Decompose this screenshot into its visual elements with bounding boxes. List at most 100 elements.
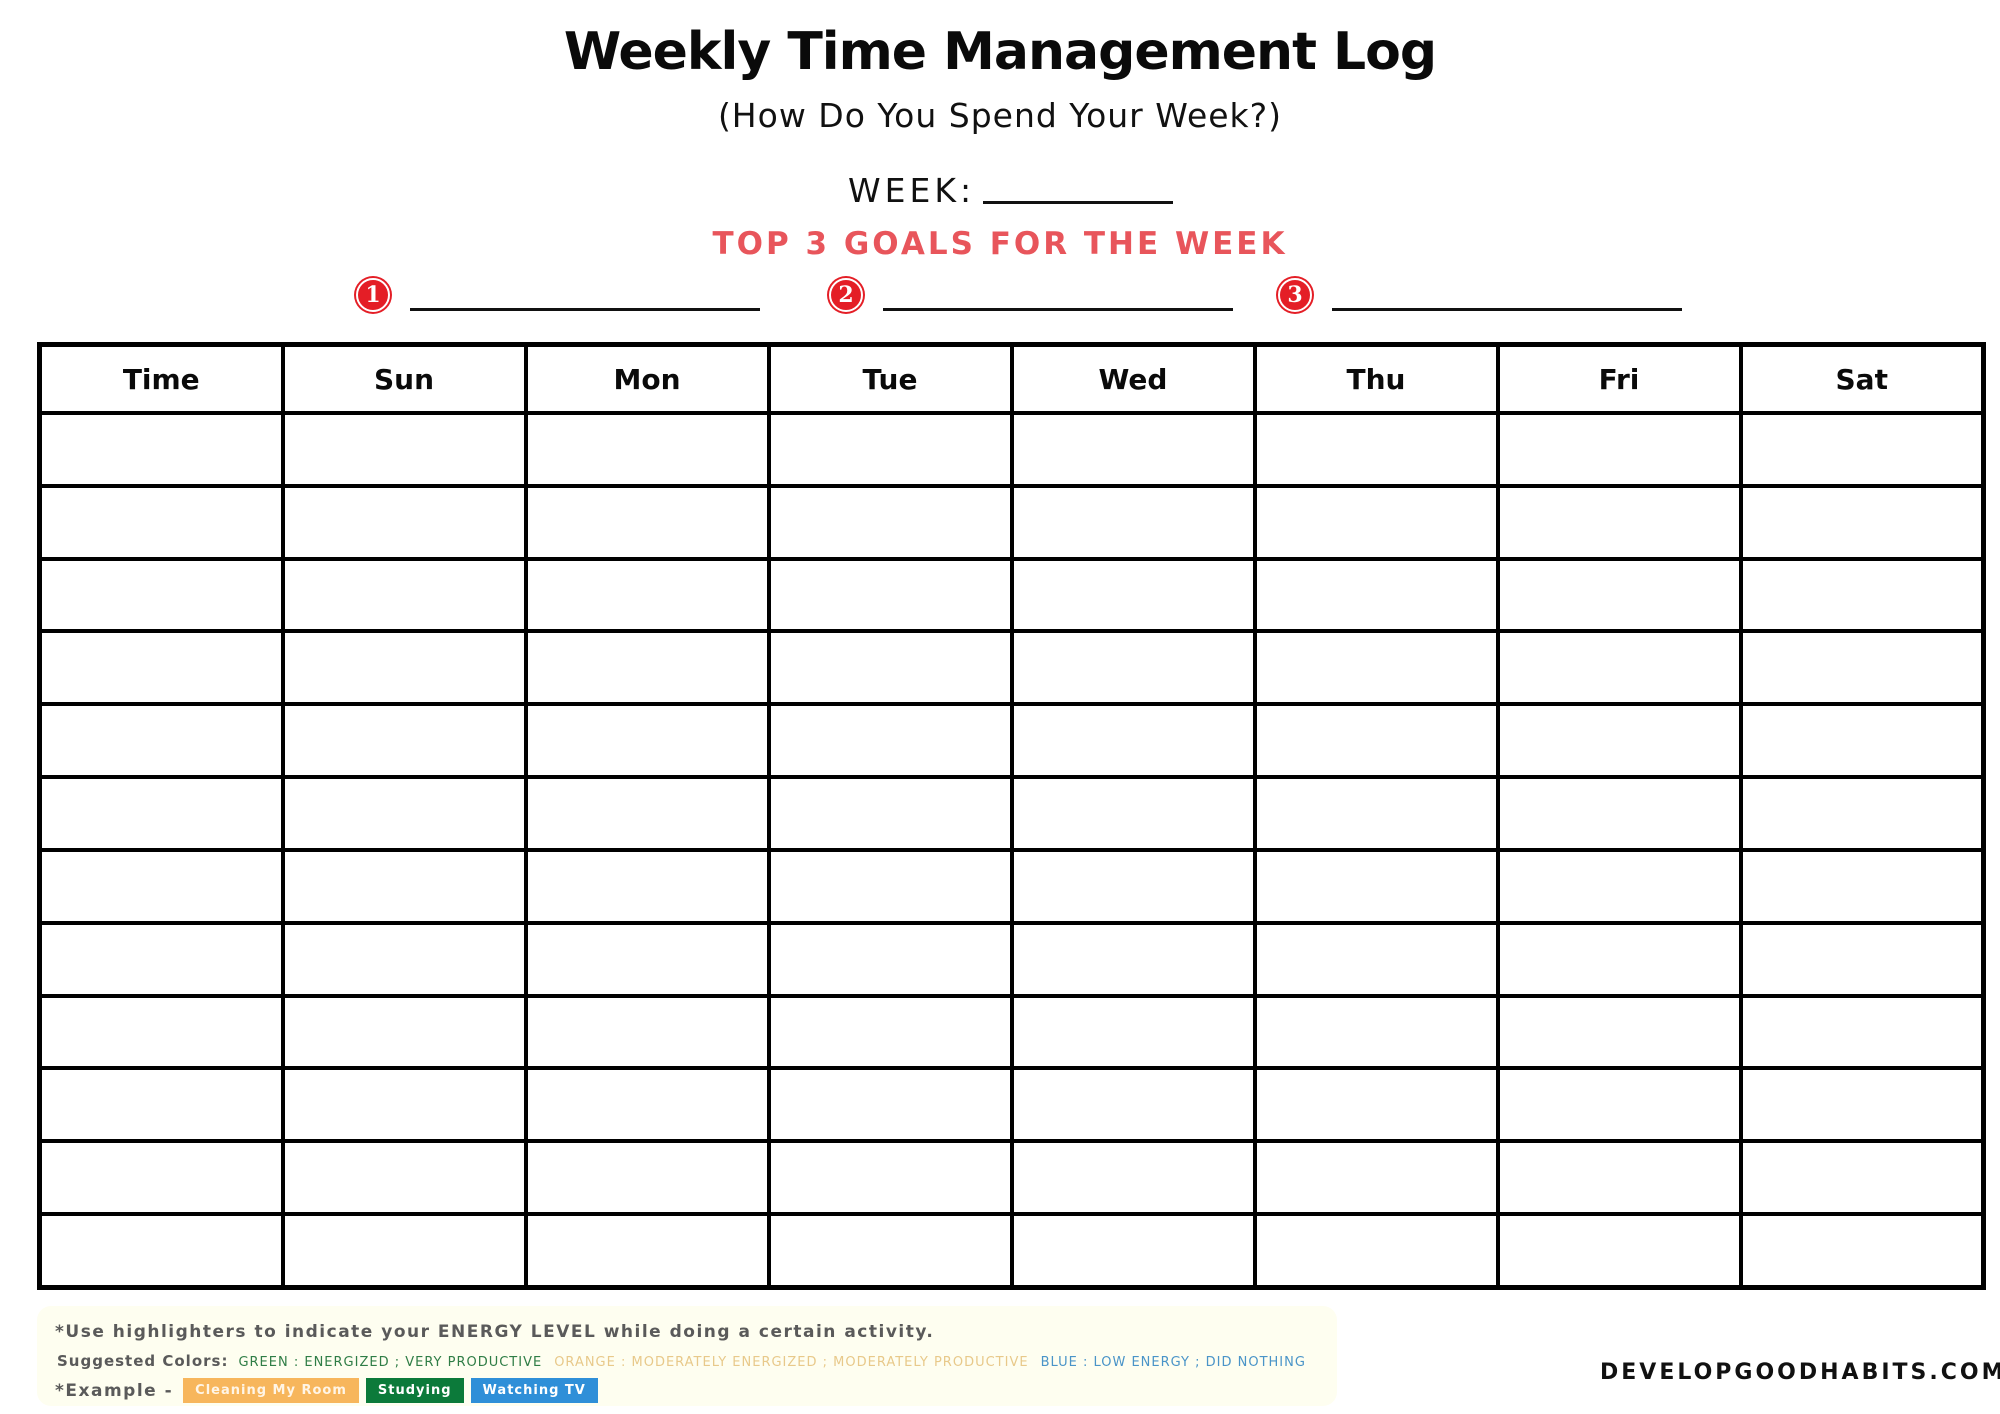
cell-time[interactable] [37,1139,285,1217]
cell-wed[interactable] [1009,993,1257,1071]
cell-sat[interactable] [1738,411,1986,488]
cell-fri[interactable] [1495,702,1743,780]
cell-fri[interactable] [1495,847,1743,925]
cell-time[interactable] [37,702,285,780]
cell-thu[interactable] [1252,629,1500,707]
cell-mon[interactable] [523,411,771,488]
cell-sat[interactable] [1738,775,1986,852]
cell-sat[interactable] [1738,702,1986,780]
cell-wed[interactable] [1009,702,1257,780]
cell-sat[interactable] [1738,847,1986,925]
cell-tue[interactable] [766,775,1014,852]
week-input-line[interactable] [983,201,1174,204]
cell-time[interactable] [37,556,285,634]
cell-mon[interactable] [523,1212,771,1290]
cell-wed[interactable] [1009,556,1257,634]
cell-time[interactable] [37,483,285,561]
cell-thu[interactable] [1252,1139,1500,1217]
cell-tue[interactable] [766,1066,1014,1144]
cell-wed[interactable] [1009,847,1257,925]
cell-mon[interactable] [523,629,771,707]
cell-sat[interactable] [1738,1066,1986,1144]
cell-sat[interactable] [1738,993,1986,1071]
cell-thu[interactable] [1252,920,1500,998]
cell-thu[interactable] [1252,775,1500,852]
cell-sun[interactable] [280,629,528,707]
cell-tue[interactable] [766,993,1014,1071]
cell-fri[interactable] [1495,993,1743,1071]
cell-sun[interactable] [280,702,528,780]
goal-3-input-line[interactable] [1332,307,1682,311]
cell-wed[interactable] [1009,1066,1257,1144]
cell-tue[interactable] [766,483,1014,561]
cell-time[interactable] [37,993,285,1071]
goal-2-input-line[interactable] [883,307,1233,311]
cell-sun[interactable] [280,1066,528,1144]
cell-thu[interactable] [1252,411,1500,488]
cell-mon[interactable] [523,556,771,634]
cell-sun[interactable] [280,993,528,1071]
cell-tue[interactable] [766,411,1014,488]
cell-tue[interactable] [766,556,1014,634]
cell-tue[interactable] [766,629,1014,707]
cell-time[interactable] [37,920,285,998]
cell-fri[interactable] [1495,1066,1743,1144]
cell-wed[interactable] [1009,629,1257,707]
cell-thu[interactable] [1252,993,1500,1071]
cell-sat[interactable] [1738,1139,1986,1217]
cell-fri[interactable] [1495,775,1743,852]
cell-time[interactable] [37,1066,285,1144]
cell-wed[interactable] [1009,411,1257,488]
cell-wed[interactable] [1009,1212,1257,1290]
cell-sun[interactable] [280,556,528,634]
cell-sat[interactable] [1738,1212,1986,1290]
cell-sat[interactable] [1738,483,1986,561]
cell-fri[interactable] [1495,1139,1743,1217]
cell-fri[interactable] [1495,411,1743,488]
cell-fri[interactable] [1495,920,1743,998]
cell-mon[interactable] [523,1139,771,1217]
cell-wed[interactable] [1009,920,1257,998]
cell-sun[interactable] [280,1139,528,1217]
cell-tue[interactable] [766,1139,1014,1217]
cell-thu[interactable] [1252,847,1500,925]
goal-1-input-line[interactable] [410,307,760,311]
cell-thu[interactable] [1252,1212,1500,1290]
cell-mon[interactable] [523,1066,771,1144]
cell-thu[interactable] [1252,556,1500,634]
cell-sun[interactable] [280,483,528,561]
cell-sun[interactable] [280,1212,528,1290]
cell-mon[interactable] [523,847,771,925]
cell-mon[interactable] [523,993,771,1071]
cell-mon[interactable] [523,775,771,852]
cell-fri[interactable] [1495,483,1743,561]
cell-sun[interactable] [280,411,528,488]
cell-fri[interactable] [1495,629,1743,707]
cell-tue[interactable] [766,920,1014,998]
cell-wed[interactable] [1009,1139,1257,1217]
cell-tue[interactable] [766,702,1014,780]
cell-thu[interactable] [1252,483,1500,561]
cell-sat[interactable] [1738,629,1986,707]
cell-tue[interactable] [766,1212,1014,1290]
cell-time[interactable] [37,411,285,488]
cell-wed[interactable] [1009,483,1257,561]
cell-time[interactable] [37,1212,285,1290]
cell-thu[interactable] [1252,1066,1500,1144]
cell-time[interactable] [37,775,285,852]
cell-mon[interactable] [523,483,771,561]
cell-tue[interactable] [766,847,1014,925]
cell-sun[interactable] [280,847,528,925]
cell-time[interactable] [37,847,285,925]
cell-mon[interactable] [523,702,771,780]
cell-sun[interactable] [280,920,528,998]
cell-wed[interactable] [1009,775,1257,852]
cell-sat[interactable] [1738,556,1986,634]
cell-mon[interactable] [523,920,771,998]
cell-fri[interactable] [1495,1212,1743,1290]
cell-sun[interactable] [280,775,528,852]
cell-time[interactable] [37,629,285,707]
cell-thu[interactable] [1252,702,1500,780]
cell-fri[interactable] [1495,556,1743,634]
cell-sat[interactable] [1738,920,1986,998]
